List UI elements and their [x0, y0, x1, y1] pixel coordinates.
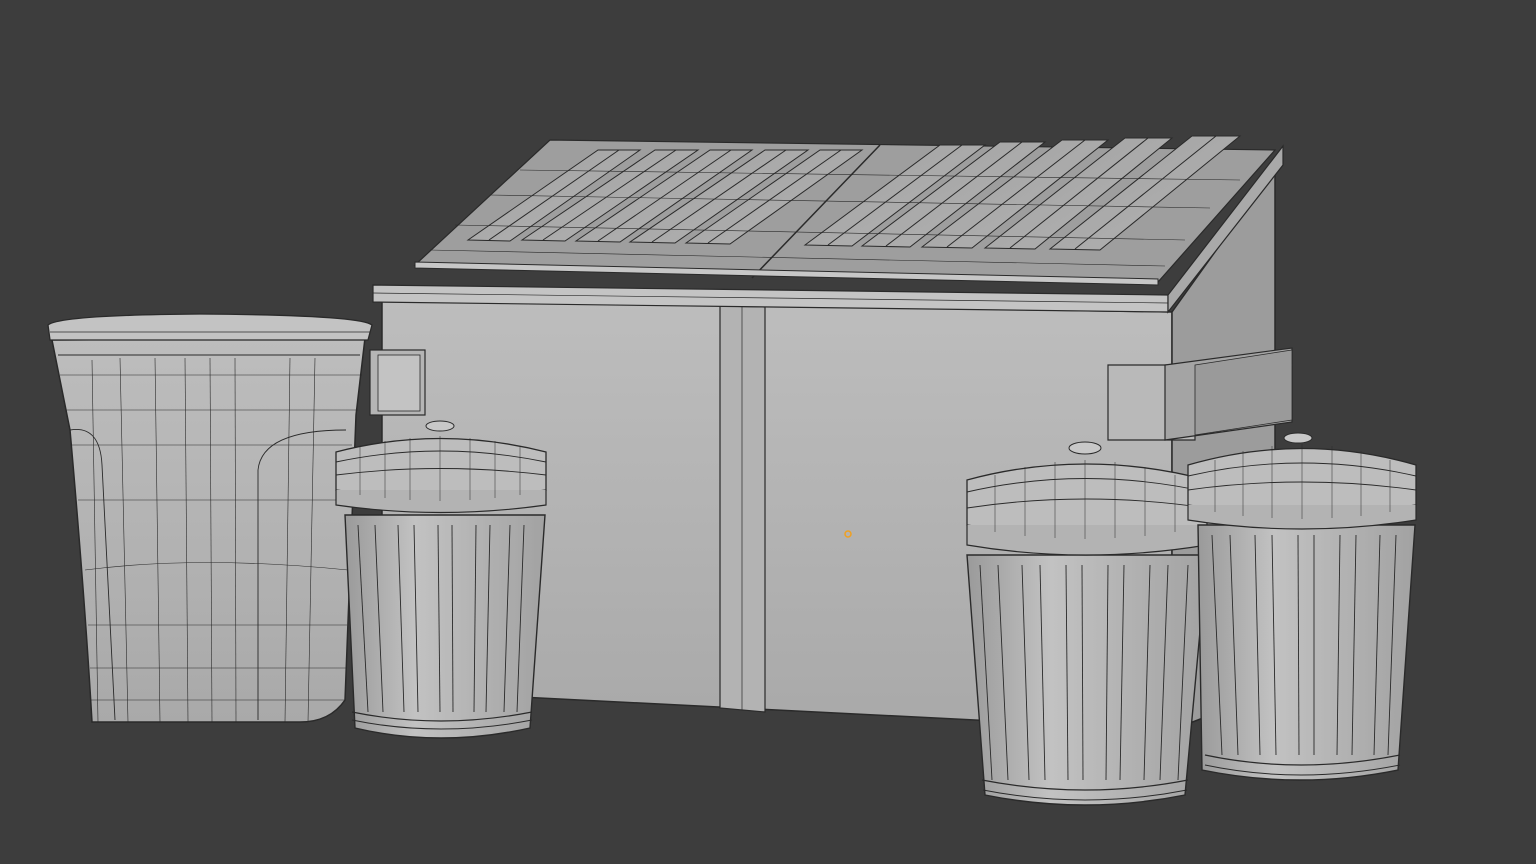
dumpster-handle-left[interactable] — [369, 349, 426, 416]
metal-trash-can-center[interactable] — [966, 441, 1208, 806]
3d-viewport[interactable] — [0, 0, 1536, 864]
scene-render — [47, 135, 1417, 806]
metal-trash-can-right[interactable] — [1187, 432, 1417, 781]
metal-trash-can-left[interactable] — [335, 420, 547, 739]
rectangular-wastebin[interactable] — [47, 313, 373, 723]
